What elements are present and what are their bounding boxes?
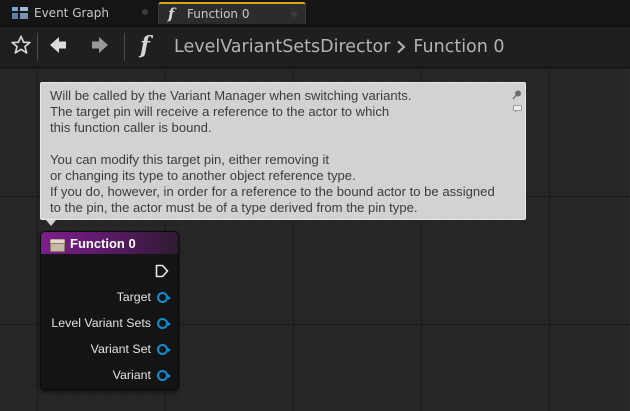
comment-blank-line bbox=[50, 136, 517, 152]
comment-line: to the pin, the actor must be of a type … bbox=[50, 200, 418, 215]
back-arrow-icon bbox=[48, 35, 68, 59]
function-entry-icon bbox=[50, 237, 65, 252]
object-pin-icon[interactable] bbox=[157, 343, 171, 355]
forward-arrow-icon bbox=[90, 35, 110, 59]
chevron-right-icon bbox=[396, 40, 406, 54]
breadcrumb-current: Function 0 bbox=[413, 37, 505, 57]
event-graph-icon bbox=[12, 6, 28, 20]
function-icon: f bbox=[165, 6, 181, 22]
pin-label: Variant bbox=[112, 368, 151, 382]
object-pin-icon[interactable] bbox=[157, 317, 171, 329]
forward-button[interactable] bbox=[87, 34, 113, 60]
svg-text:f: f bbox=[138, 32, 154, 58]
tab-function[interactable]: f Function 0 bbox=[158, 2, 306, 24]
tab-label: Event Graph bbox=[34, 6, 109, 20]
node-header[interactable]: Function 0 bbox=[41, 232, 178, 254]
svg-text:f: f bbox=[167, 6, 177, 22]
object-pin-icon[interactable] bbox=[157, 291, 171, 303]
pin-label: Target bbox=[116, 290, 151, 304]
pin-label: Level Variant Sets bbox=[51, 316, 151, 330]
breadcrumb: LevelVariantSetsDirector Function 0 bbox=[174, 36, 505, 58]
comment-line: or changing its type to another object r… bbox=[50, 168, 356, 183]
toolbar-divider bbox=[37, 33, 38, 61]
breadcrumb-parent[interactable]: LevelVariantSetsDirector bbox=[174, 37, 390, 57]
comment-line: You can modify this target pin, either r… bbox=[50, 152, 329, 167]
back-button[interactable] bbox=[45, 34, 71, 60]
comment-line: If you do, however, in order for a refer… bbox=[50, 184, 495, 199]
favorite-button[interactable] bbox=[8, 34, 34, 60]
tab-event-graph[interactable]: Event Graph bbox=[6, 2, 156, 24]
tab-close-icon[interactable] bbox=[291, 11, 297, 17]
exec-output-pin-icon[interactable] bbox=[155, 263, 169, 278]
pin-label: Variant Set bbox=[90, 342, 151, 356]
tab-bar: Event Graph f Function 0 bbox=[0, 0, 630, 27]
function-type-button: f bbox=[135, 32, 161, 62]
output-pin-level-variant-sets[interactable]: Level Variant Sets bbox=[51, 315, 171, 331]
function-icon: f bbox=[137, 32, 159, 62]
output-pin-variant[interactable]: Variant bbox=[112, 367, 171, 383]
tab-close-icon[interactable] bbox=[142, 9, 148, 15]
comment-line: this function caller is bound. bbox=[50, 120, 212, 135]
comment-bubble[interactable]: Will be called by the Variant Manager wh… bbox=[40, 82, 526, 220]
node-title: Function 0 bbox=[70, 235, 136, 251]
function-entry-node[interactable]: Function 0 Target Level Variant Sets Var… bbox=[40, 231, 179, 390]
output-pin-target[interactable]: Target bbox=[116, 289, 171, 305]
tab-label: Function 0 bbox=[187, 7, 250, 21]
comment-line: Will be called by the Variant Manager wh… bbox=[50, 88, 412, 103]
toolbar-divider bbox=[124, 33, 125, 61]
object-pin-icon[interactable] bbox=[157, 369, 171, 381]
star-icon bbox=[10, 34, 32, 60]
comment-line: The target pin will receive a reference … bbox=[50, 104, 390, 119]
comment-bubble-icon[interactable] bbox=[513, 98, 522, 113]
graph-toolbar: f LevelVariantSetsDirector Function 0 bbox=[0, 27, 630, 68]
output-pin-variant-set[interactable]: Variant Set bbox=[90, 341, 171, 357]
pin-comment-icon[interactable] bbox=[512, 85, 522, 100]
comment-tail bbox=[46, 220, 56, 226]
